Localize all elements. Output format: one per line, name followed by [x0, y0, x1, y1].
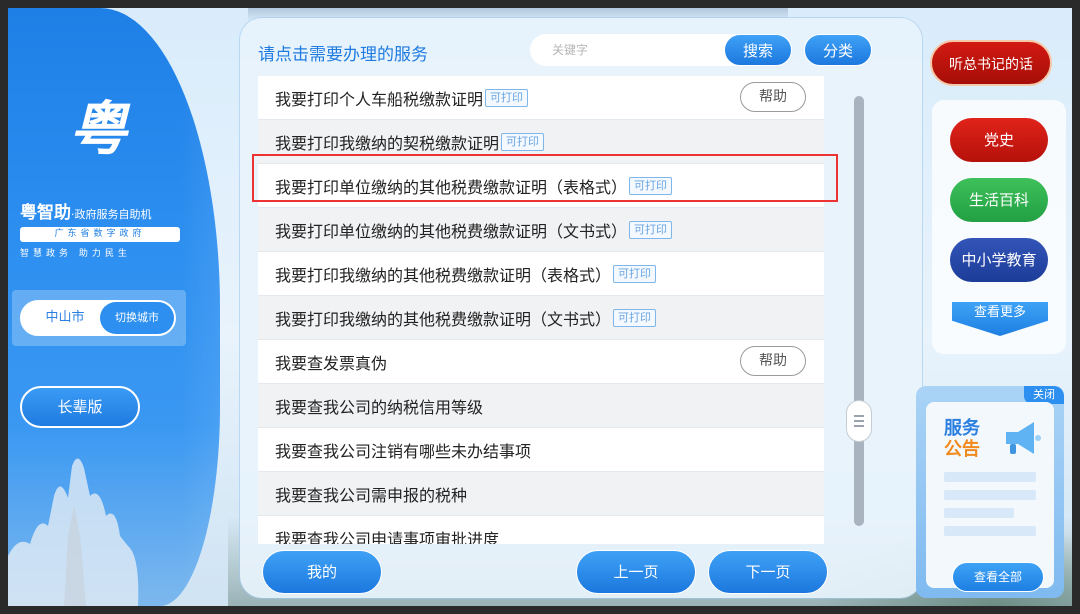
notice-line [944, 490, 1036, 500]
printable-tag: 可打印 [629, 176, 673, 195]
brand-title: 粤智助·政府服务自助机 [20, 198, 190, 223]
service-row[interactable]: 我要打印个人车船税缴款证明 可打印 帮助 [258, 76, 824, 120]
service-row-label: 我要查我公司注销有哪些未办结事项 [275, 441, 532, 461]
service-row-label: 我要打印我缴纳的契税缴款证明 [275, 133, 500, 153]
kiosk-screen: 粤 粤智助·政府服务自助机 广东省数字政府 智慧政务 助力民生 中山市 切换城市… [8, 8, 1072, 606]
service-row-label: 我要查我公司的纳税信用等级 [275, 397, 484, 417]
notice-title: 服务 公告 [944, 418, 980, 460]
service-panel: 请点击需要办理的服务 搜索 分类 我要打印个人车船税缴款证明可打印帮助我要打印我… [240, 18, 922, 598]
switch-city-button[interactable]: 切换城市 [100, 302, 174, 334]
notice-body: 服务 公告 查看全部 [926, 402, 1054, 592]
life-encyclopedia-button[interactable]: 生活百科 [950, 178, 1048, 222]
service-row-label: 我要查我公司需申报的税种 [275, 485, 468, 505]
brand-strip: 广东省数字政府 [20, 227, 180, 242]
printable-tag: 可打印 [485, 88, 529, 107]
help-button[interactable]: 帮助 [740, 346, 806, 376]
city-selector: 中山市 切换城市 [12, 290, 186, 346]
statue-image [8, 458, 139, 606]
scrollbar-track[interactable] [854, 96, 864, 526]
service-list: 我要打印个人车船税缴款证明 可打印 帮助 我要打印我缴纳的契税缴款证明 可打印 我要打印单… [258, 76, 824, 544]
brand-subtitle: ·政府服务自助机 [71, 208, 152, 221]
service-row[interactable]: 我要打印单位缴纳的其他税费缴款证明（表格式） 可打印 [258, 164, 824, 208]
help-button[interactable]: 帮助 [740, 82, 806, 112]
page-title: 请点击需要办理的服务 [258, 45, 428, 65]
next-page-button[interactable]: 下一页 [708, 550, 828, 594]
brand-block: 粤智助·政府服务自助机 广东省数字政府 智慧政务 助力民生 [20, 198, 190, 259]
service-row-label: 我要打印个人车船税缴款证明 [275, 89, 484, 109]
service-row[interactable]: 我要打印单位缴纳的其他税费缴款证明（文书式） 可打印 [258, 208, 824, 252]
notice-line [944, 508, 1014, 518]
service-row-label: 我要查我公司申请事项审批进度 [275, 529, 500, 545]
service-row[interactable]: 我要查我公司的纳税信用等级 [258, 384, 824, 428]
view-all-button[interactable]: 查看全部 [952, 562, 1044, 592]
service-row[interactable]: 我要查我公司需申报的税种 [258, 472, 824, 516]
service-row-label: 我要打印单位缴纳的其他税费缴款证明（文书式） [275, 221, 628, 241]
service-notice-card: 关闭 服务 公告 查看全部 [916, 386, 1064, 598]
service-row[interactable]: 我要查我公司注销有哪些未办结事项 [258, 428, 824, 472]
printable-tag: 可打印 [613, 264, 657, 283]
printable-tag: 可打印 [501, 132, 545, 151]
prev-page-button[interactable]: 上一页 [576, 550, 696, 594]
service-row-label: 我要打印我缴纳的其他税费缴款证明（文书式） [275, 309, 612, 329]
school-education-button[interactable]: 中小学教育 [950, 238, 1048, 282]
service-row-label: 我要查发票真伪 [275, 353, 388, 373]
service-row-label: 我要打印我缴纳的其他税费缴款证明（表格式） [275, 265, 612, 285]
yue-logo-icon: 粤 [68, 95, 127, 163]
printable-tag: 可打印 [613, 308, 657, 327]
view-more-button[interactable]: 查看更多 [952, 302, 1048, 336]
service-row[interactable]: 我要打印我缴纳的契税缴款证明 可打印 [258, 120, 824, 164]
notice-title-line2: 公告 [944, 439, 980, 460]
category-button[interactable]: 分类 [804, 34, 872, 66]
service-row[interactable]: 我要查我公司申请事项审批进度 [258, 516, 824, 545]
mine-button[interactable]: 我的 [262, 550, 382, 594]
search-button[interactable]: 搜索 [724, 34, 792, 66]
notice-title-line1: 服务 [944, 418, 980, 439]
service-row[interactable]: 我要打印我缴纳的其他税费缴款证明（表格式） 可打印 [258, 252, 824, 296]
brand-name: 粤智助 [20, 203, 71, 223]
current-city: 中山市 [45, 310, 85, 325]
left-panel: 粤 粤智助·政府服务自助机 广东省数字政府 智慧政务 助力民生 中山市 切换城市… [8, 8, 220, 606]
party-history-button[interactable]: 党史 [950, 118, 1048, 162]
service-row-label: 我要打印单位缴纳的其他税费缴款证明（表格式） [275, 177, 628, 197]
city-toggle[interactable]: 中山市 切换城市 [20, 300, 176, 336]
brand-slogan: 智慧政务 助力民生 [20, 249, 131, 259]
notice-line [944, 472, 1036, 482]
service-row[interactable]: 我要打印我缴纳的其他税费缴款证明（文书式） 可打印 [258, 296, 824, 340]
scrollbar-thumb[interactable] [846, 400, 872, 442]
notice-line [944, 526, 1036, 536]
listen-to-general-secretary-button[interactable]: 听总书记的话 [930, 40, 1052, 86]
senior-mode-button[interactable]: 长辈版 [20, 386, 140, 428]
printable-tag: 可打印 [629, 220, 673, 239]
megaphone-icon [1006, 422, 1041, 454]
right-nav: 党史 生活百科 中小学教育 查看更多 [932, 100, 1066, 354]
service-row[interactable]: 我要查发票真伪 帮助 [258, 340, 824, 384]
